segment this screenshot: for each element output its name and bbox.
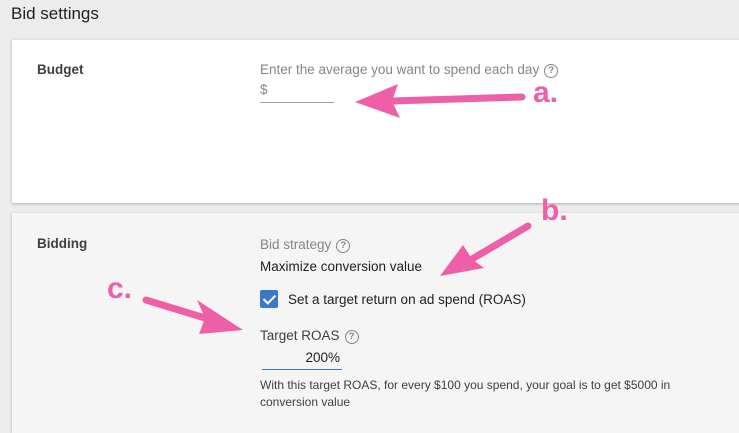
roas-checkbox-row[interactable]: Set a target return on ad spend (ROAS) [260,290,526,308]
target-roas-label-row: Target ROAS? [260,328,359,344]
budget-section-label: Budget [37,62,84,77]
roas-checkbox[interactable] [260,290,278,308]
annotation-letter-c: c. [107,272,133,305]
bid-strategy-label: Bid strategy [260,237,332,252]
bid-strategy-value[interactable]: Maximize conversion value [260,259,422,274]
roas-checkbox-label[interactable]: Set a target return on ad spend (ROAS) [288,292,526,307]
target-roas-input[interactable]: 200% [262,350,342,370]
bid-strategy-label-row: Bid strategy? [260,237,351,253]
page-title: Bid settings [11,4,99,23]
bidding-card: Bidding Bid strategy? Maximize conversio… [12,213,739,433]
roas-helper-text: With this target ROAS, for every $100 yo… [260,378,671,409]
currency-prefix: $ [260,82,268,97]
budget-card: Budget Enter the average you want to spe… [12,40,739,203]
help-icon[interactable]: ? [336,239,351,253]
target-roas-value: 200% [305,350,340,365]
budget-input[interactable]: $ [260,82,334,103]
budget-field-label: Enter the average you want to spend each… [260,62,540,77]
annotation-letter-a: a. [533,76,559,109]
budget-field-label-row: Enter the average you want to spend each… [260,62,559,78]
annotation-letter-b: b. [541,194,568,227]
target-roas-label: Target ROAS [260,328,340,343]
help-icon[interactable]: ? [344,330,359,344]
bidding-section-label: Bidding [37,236,88,251]
